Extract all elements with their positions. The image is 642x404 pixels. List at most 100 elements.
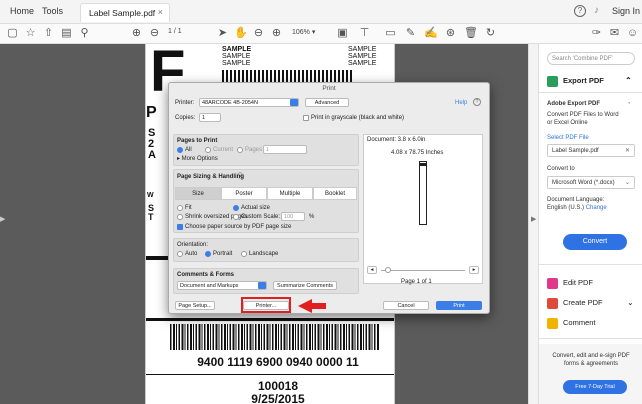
page-setup-button[interactable]: Page Setup... xyxy=(175,301,215,310)
preview-slider[interactable] xyxy=(381,270,465,271)
copies-stepper[interactable]: 1 xyxy=(199,113,221,122)
print-dialog: Print Printer: 48ARCODE 4B-2054N Advance… xyxy=(168,82,490,314)
convert-format-select[interactable]: Microsoft Word (*.docx) ⌄ xyxy=(547,176,635,189)
label-char: T xyxy=(148,212,154,222)
more-options-toggle[interactable]: ▸ More Options xyxy=(177,155,218,163)
tab-multiple[interactable]: Multiple xyxy=(267,187,313,200)
radio-fit[interactable] xyxy=(177,205,183,211)
page-up-icon[interactable]: ⊕ xyxy=(130,27,143,40)
paper-source-label: Choose paper source by PDF page size xyxy=(185,224,292,230)
pen-icon[interactable]: ✎ xyxy=(404,27,417,40)
radio-custom-scale[interactable] xyxy=(233,214,239,220)
cancel-button[interactable]: Cancel xyxy=(383,301,429,310)
pages-range-input[interactable]: 1 xyxy=(263,145,307,154)
scroll-mode-icon[interactable]: ⊤ xyxy=(358,27,371,40)
sign-in-link[interactable]: Sign In xyxy=(612,6,640,16)
create-pdf-tool[interactable]: Create PDF ⌄ xyxy=(547,296,639,310)
search-tools-input[interactable]: Search 'Combine PDF' xyxy=(547,52,635,65)
sample-text: SAMPLE xyxy=(348,46,377,53)
collapse-right-icon[interactable]: ▶ xyxy=(531,215,536,223)
rotate-icon[interactable]: ↻ xyxy=(484,27,497,40)
sample-text: SAMPLE xyxy=(348,53,377,60)
signature-icon[interactable]: ✑ xyxy=(590,27,603,40)
language-value: English (U.S.) xyxy=(547,205,585,211)
percent-label: % xyxy=(309,214,315,220)
remove-file-icon[interactable]: ✕ xyxy=(625,145,630,157)
close-tab-icon[interactable]: × xyxy=(158,7,163,17)
free-trial-button[interactable]: Free 7-Day Trial xyxy=(563,380,627,394)
tab-poster[interactable]: Poster xyxy=(221,187,267,200)
preview-next-button[interactable]: ▸ xyxy=(469,266,479,274)
zoom-field[interactable]: 106% ▾ xyxy=(292,28,332,40)
page-of-label: Page 1 of 1 xyxy=(401,279,432,285)
print-button[interactable]: Print xyxy=(436,301,482,310)
stamp-icon[interactable]: ⊛ xyxy=(444,27,457,40)
select-pdf-link[interactable]: Select PDF File xyxy=(547,134,589,142)
summarize-comments-button[interactable]: Summarize Comments xyxy=(273,281,337,290)
preview-slider-thumb[interactable] xyxy=(385,267,391,273)
export-pdf-tool[interactable]: Export PDF ⌃ xyxy=(547,74,639,88)
paper-source-checkbox[interactable] xyxy=(177,224,183,230)
radio-actual-size[interactable] xyxy=(233,205,239,211)
info-icon[interactable]: ⓘ xyxy=(237,173,243,181)
advanced-button[interactable]: Advanced xyxy=(305,98,349,107)
tab-size[interactable]: Size xyxy=(175,187,221,200)
edit-pdf-tool[interactable]: Edit PDF xyxy=(547,276,639,290)
radio-all[interactable] xyxy=(177,147,183,153)
radio-shrink[interactable] xyxy=(177,214,183,220)
custom-scale-input[interactable]: 100 xyxy=(281,212,305,221)
tools-tab[interactable]: Tools xyxy=(42,6,63,16)
mail-icon[interactable]: ✉ xyxy=(608,27,621,40)
radio-landscape[interactable] xyxy=(241,251,247,257)
radio-current[interactable] xyxy=(205,147,211,153)
export-pdf-icon xyxy=(547,76,558,87)
bell-icon[interactable]: ♪ xyxy=(594,5,599,16)
radio-auto[interactable] xyxy=(177,251,183,257)
adobe-export-desc: or Excel Online xyxy=(547,120,588,126)
save-icon[interactable]: ▢ xyxy=(6,27,19,40)
radio-portrait[interactable] xyxy=(205,251,211,257)
right-panel-toggle[interactable]: ▶ xyxy=(528,44,538,404)
comments-select[interactable]: Document and Markups xyxy=(177,281,267,290)
chevron-down-icon[interactable]: ⌄ xyxy=(627,296,634,310)
chevron-up-icon[interactable]: ⌃ xyxy=(625,74,632,88)
star-icon[interactable]: ☆ xyxy=(24,27,37,40)
comment-icon[interactable]: ▭ xyxy=(384,27,397,40)
tab-booklet[interactable]: Booklet xyxy=(313,187,357,200)
delete-icon[interactable]: 🗑 xyxy=(464,27,478,40)
cursor-icon[interactable]: ➤ xyxy=(216,27,229,40)
fit-page-icon[interactable]: ▣ xyxy=(336,27,349,40)
zoom-in-icon[interactable]: ⊕ xyxy=(270,27,283,40)
sample-left: SAMPLE SAMPLE SAMPLE xyxy=(222,46,251,67)
dismiss-icon[interactable]: ◔ xyxy=(627,100,631,108)
account-icon[interactable]: ☺ xyxy=(626,27,639,40)
radio-portrait-label: Portrait xyxy=(213,251,233,257)
print-icon[interactable]: ▤ xyxy=(60,27,73,40)
convert-to-label: Convert to xyxy=(547,166,575,172)
printer-label: Printer: xyxy=(175,100,195,106)
label-left-chars-2: S T xyxy=(148,204,154,222)
grayscale-checkbox[interactable] xyxy=(303,115,309,121)
left-panel-toggle-icon[interactable]: ▶ xyxy=(0,215,8,229)
printer-select[interactable]: 48ARCODE 4B-2054N xyxy=(199,98,299,107)
search-icon[interactable]: ⚲ xyxy=(78,27,91,40)
radio-current-label: Current xyxy=(213,147,234,153)
preview-prev-button[interactable]: ◂ xyxy=(367,266,377,274)
help-icon[interactable]: ? xyxy=(574,5,586,17)
help-icon[interactable]: ? xyxy=(473,98,481,106)
help-link[interactable]: Help xyxy=(455,99,467,107)
hand-icon[interactable]: ✋ xyxy=(234,27,248,40)
comment-tool[interactable]: Comment xyxy=(547,316,639,330)
selected-file-field[interactable]: Label Sample.pdf ✕ xyxy=(547,144,635,157)
document-tab[interactable]: Label Sample.pdf × xyxy=(80,3,170,22)
red-arrow-icon xyxy=(298,299,326,313)
sign-icon[interactable]: ✍ xyxy=(424,27,438,40)
copies-label: Copies: xyxy=(175,115,196,121)
zoom-out-icon[interactable]: ⊖ xyxy=(252,27,265,40)
upload-icon[interactable]: ⇧ xyxy=(42,27,55,40)
convert-button[interactable]: Convert xyxy=(563,234,627,250)
home-tab[interactable]: Home xyxy=(10,6,34,16)
tracking-barcode xyxy=(170,324,380,350)
radio-pages[interactable] xyxy=(237,147,243,153)
change-language-link[interactable]: Change xyxy=(586,205,607,211)
